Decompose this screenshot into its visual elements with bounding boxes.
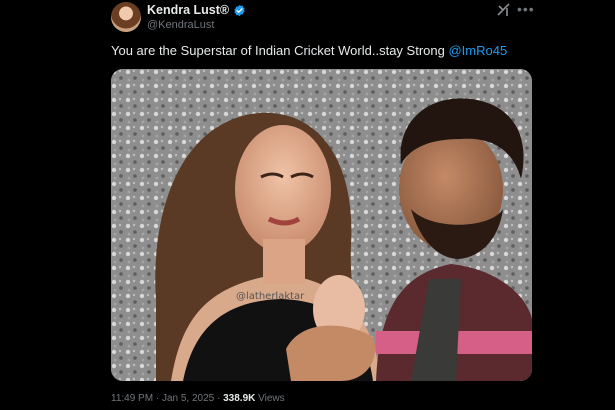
meta-separator: · (214, 393, 224, 404)
views-count: 338.9K (223, 393, 256, 404)
more-icon[interactable]: ••• (517, 1, 535, 17)
meta-separator: · (153, 393, 162, 404)
author-name-row: Kendra Lust® (147, 3, 246, 17)
woman-face (235, 125, 331, 253)
tweet: Kendra Lust® @KendraLust ••• You are the… (0, 0, 615, 410)
avatar[interactable] (111, 2, 141, 32)
woman-neck (263, 239, 305, 284)
mention-link[interactable]: @ImRo45 (448, 43, 507, 58)
tweet-time[interactable]: 11:49 PM (111, 393, 153, 404)
tweet-body: You are the Superstar of Indian Cricket … (111, 43, 449, 58)
tweet-meta: 11:49 PM · Jan 5, 2025 · 338.9K Views (111, 393, 285, 404)
tweet-text: You are the Superstar of Indian Cricket … (111, 43, 507, 58)
photo-watermark: @latherlaktar (236, 291, 305, 302)
photo: @latherlaktar (111, 69, 532, 381)
tweet-media-image[interactable]: @latherlaktar (111, 69, 532, 381)
display-name[interactable]: Kendra Lust® (147, 3, 229, 17)
handle[interactable]: @KendraLust (147, 19, 214, 31)
tweet-date[interactable]: Jan 5, 2025 (162, 393, 214, 404)
grok-icon[interactable] (496, 3, 512, 17)
verified-badge-icon (234, 4, 245, 16)
views-label: Views (255, 393, 285, 404)
